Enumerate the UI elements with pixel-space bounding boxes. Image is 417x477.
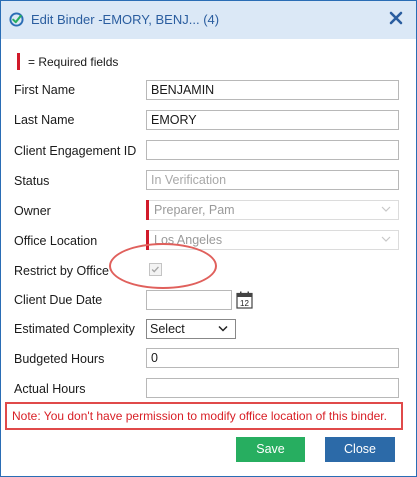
dialog-title-bar: Edit Binder -EMORY, BENJ... (4) [1, 1, 416, 39]
permission-note: Note: You don't have permission to modif… [5, 402, 403, 430]
dialog-title: Edit Binder -EMORY, BENJ... (4) [31, 12, 220, 27]
status-label: Status [14, 174, 50, 188]
status-input: In Verification [146, 170, 399, 190]
first-name-label: First Name [14, 83, 76, 97]
last-name-label: Last Name [14, 113, 75, 127]
estimated-complexity-select-value: Select [150, 322, 185, 336]
required-marker [17, 53, 20, 70]
save-button[interactable]: Save [236, 437, 305, 462]
estimated-complexity-label: Estimated Complexity [14, 322, 135, 336]
first-name-input[interactable]: BENJAMIN [146, 80, 399, 100]
check-circle-icon [9, 12, 24, 27]
actual-hours-label: Actual Hours [14, 382, 86, 396]
close-icon[interactable] [388, 10, 404, 26]
close-button[interactable]: Close [325, 437, 395, 462]
client-engagement-id-input[interactable] [146, 140, 399, 160]
chevron-down-icon [381, 236, 391, 242]
owner-label: Owner [14, 204, 51, 218]
office-location-label: Office Location [14, 234, 98, 248]
budgeted-hours-input[interactable]: 0 [146, 348, 399, 368]
client-engagement-id-label: Client Engagement ID [14, 144, 137, 158]
owner-select-value: Preparer, Pam [154, 203, 235, 217]
client-due-date-label: Client Due Date [14, 293, 103, 307]
calendar-day-number: 12 [240, 299, 249, 308]
chevron-down-icon [218, 325, 228, 332]
highlight-ellipse [109, 243, 217, 289]
estimated-complexity-select[interactable]: Select [146, 319, 236, 339]
owner-select: Preparer, Pam [146, 200, 399, 220]
required-fields-legend: = Required fields [28, 55, 119, 69]
required-marker [146, 200, 149, 220]
restrict-by-office-label: Restrict by Office [14, 264, 109, 278]
last-name-input[interactable]: EMORY [146, 110, 399, 130]
actual-hours-input[interactable] [146, 378, 399, 398]
client-due-date-input[interactable] [146, 290, 232, 310]
edit-binder-dialog: Edit Binder -EMORY, BENJ... (4) = Requir… [0, 0, 417, 477]
calendar-icon[interactable]: 12 [235, 290, 254, 310]
budgeted-hours-label: Budgeted Hours [14, 352, 105, 366]
chevron-down-icon [381, 206, 391, 212]
